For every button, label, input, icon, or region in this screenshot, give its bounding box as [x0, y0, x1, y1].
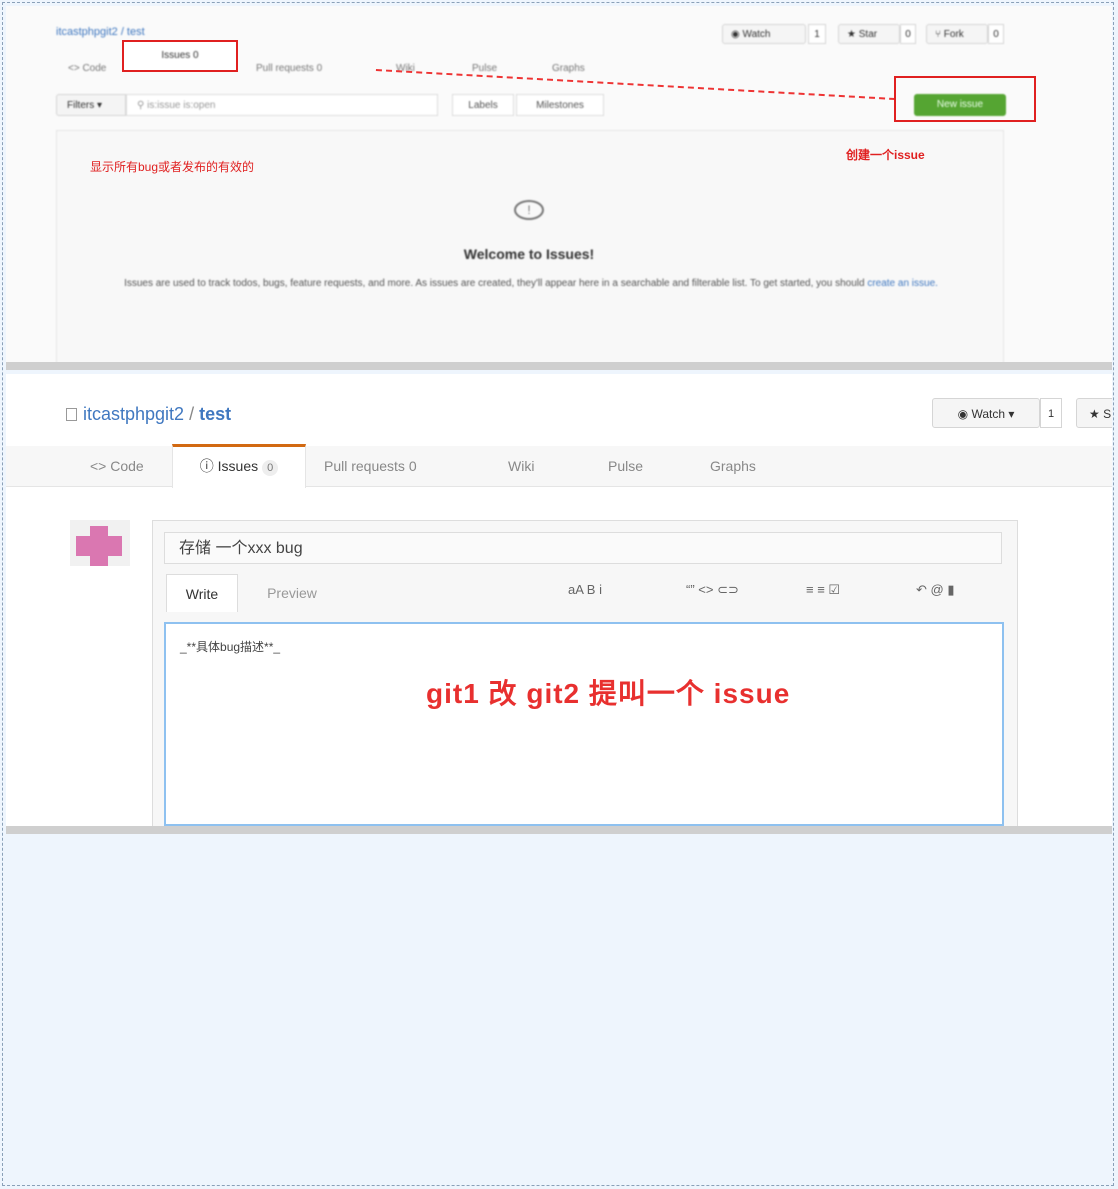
create-issue-link[interactable]: create an issue.	[867, 278, 938, 289]
repo-title: itcastphpgit2 / test	[66, 404, 231, 425]
tab-graphs[interactable]: Graphs	[710, 458, 756, 474]
issue-body-textarea[interactable]: _**具体bug描述**_	[164, 622, 1004, 826]
watch-button[interactable]: ◉ Watch ▾	[932, 398, 1040, 428]
toolbar-lists[interactable]: ≡ ≡ ☑	[806, 582, 840, 598]
tab-code[interactable]: <> Code	[68, 58, 106, 80]
fork-button[interactable]: ⑂ Fork	[926, 24, 988, 44]
separator-bottom	[6, 826, 1112, 834]
star-count[interactable]: 0	[900, 24, 916, 44]
milestones-button[interactable]: Milestones	[516, 94, 604, 116]
repo-name-link[interactable]: test	[199, 404, 231, 424]
toolbar-quote-code-link[interactable]: “” <> ⊂⊃	[686, 582, 739, 598]
issues-search-input[interactable]: ⚲ is:issue is:open	[126, 94, 438, 116]
watch-count[interactable]: 1	[808, 24, 826, 44]
tab-graphs[interactable]: Graphs	[552, 58, 585, 80]
eye-icon: ◉	[731, 29, 743, 40]
tab-pulse[interactable]: Pulse	[608, 458, 643, 474]
watch-button[interactable]: ◉ Watch	[722, 24, 806, 44]
welcome-title: Welcome to Issues!	[463, 246, 595, 262]
star-button[interactable]: ★ Star	[838, 24, 900, 44]
toolbar-text-format[interactable]: aA B i	[568, 582, 602, 597]
annotation-note: git1 改 git2 提叫一个 issue	[426, 678, 791, 709]
tab-preview[interactable]: Preview	[252, 574, 332, 612]
annotation-note-left: 显示所有bug或者发布的有效的	[90, 160, 255, 174]
tab-write[interactable]: Write	[166, 574, 238, 612]
avatar	[70, 520, 130, 566]
filters-dropdown[interactable]: Filters ▾	[56, 94, 126, 116]
tab-issues[interactable]: ⓘ Issues 0	[172, 444, 306, 488]
annotation-note-right: 创建一个issue	[846, 148, 925, 162]
labels-button[interactable]: Labels	[452, 94, 514, 116]
screenshot-new-issue: itcastphpgit2 / test ◉ Watch ▾ 1 ★ S <> …	[6, 374, 1112, 826]
issue-icon: ⓘ	[199, 458, 218, 474]
tab-wiki[interactable]: Wiki	[396, 58, 415, 80]
fork-icon: ⑂	[935, 29, 944, 40]
repo-owner-link[interactable]: itcastphpgit2	[83, 404, 184, 424]
issue-title-input[interactable]: 存储 一个xxx bug	[164, 532, 1002, 564]
star-icon: ★	[1089, 407, 1104, 421]
tab-wiki[interactable]: Wiki	[508, 458, 534, 474]
tab-issues[interactable]: Issues 0	[122, 40, 238, 72]
tab-pull-requests[interactable]: Pull requests 0	[324, 458, 417, 474]
eye-icon: ◉	[957, 407, 972, 421]
watch-count[interactable]: 1	[1040, 398, 1062, 428]
separator-top	[6, 362, 1112, 370]
tab-pull-requests[interactable]: Pull requests 0	[256, 58, 322, 80]
screenshot-issues-list: itcastphpgit2 / test ◉ Watch 1 ★ Star 0 …	[6, 6, 1112, 364]
editor-text: _**具体bug描述**_	[180, 640, 281, 654]
issue-opened-icon: !	[514, 200, 544, 220]
issues-count-badge: 0	[262, 460, 279, 476]
search-icon: ⚲	[137, 100, 148, 111]
tab-code[interactable]: <> Code	[90, 458, 144, 474]
annotation-highlight-box	[894, 76, 1036, 122]
star-icon: ★	[847, 29, 859, 40]
repo-path[interactable]: itcastphpgit2 / test	[56, 26, 145, 38]
welcome-description: Issues are used to track todos, bugs, fe…	[124, 278, 938, 289]
fork-count[interactable]: 0	[988, 24, 1004, 44]
repo-icon	[66, 408, 77, 421]
star-button[interactable]: ★ S	[1076, 398, 1112, 428]
toolbar-reply-mention[interactable]: ↶ @ ▮	[916, 582, 954, 598]
